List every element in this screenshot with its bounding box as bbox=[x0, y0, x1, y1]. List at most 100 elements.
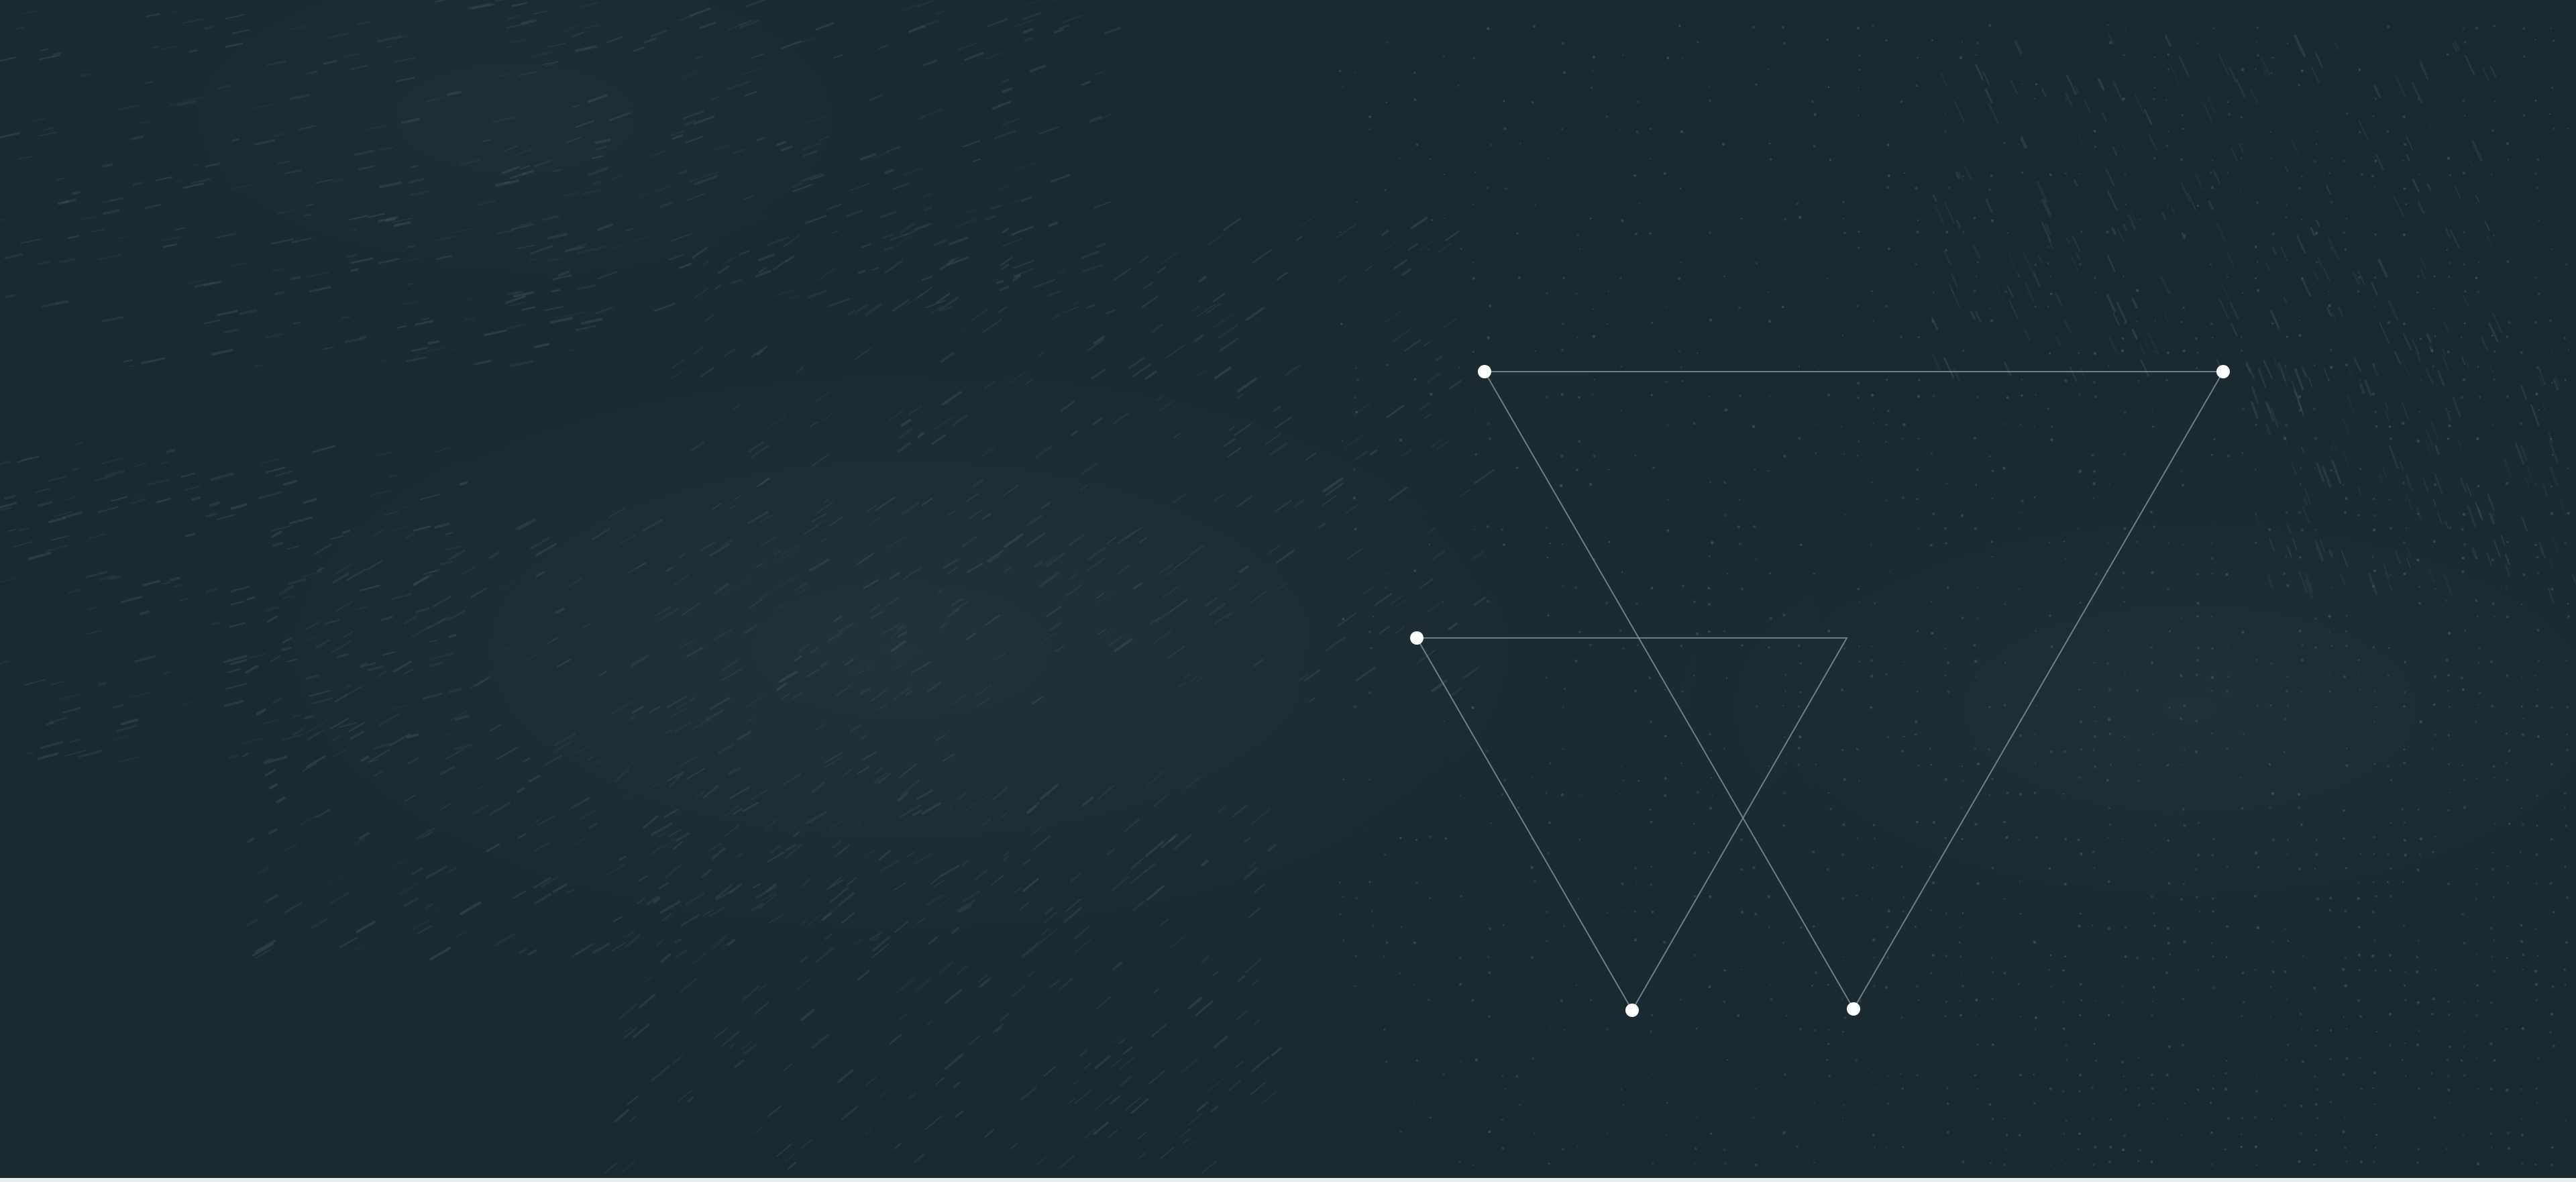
texture-dot bbox=[2521, 822, 2524, 826]
texture-dot bbox=[2269, 1016, 2271, 1018]
texture-dot bbox=[1988, 794, 1990, 796]
texture-dot bbox=[2095, 1059, 2097, 1062]
texture-dot bbox=[1533, 25, 1536, 28]
texture-dot bbox=[2463, 1074, 2466, 1077]
texture-dot bbox=[2182, 350, 2186, 353]
texture-dot bbox=[2477, 809, 2479, 812]
texture-dot bbox=[2151, 1000, 2154, 1003]
texture-dot bbox=[2287, 1043, 2290, 1046]
texture-dot bbox=[2093, 661, 2095, 663]
texture-dot bbox=[2475, 1057, 2477, 1059]
texture-dot bbox=[1785, 1014, 1788, 1017]
texture-dot bbox=[2328, 290, 2330, 292]
texture-dot bbox=[1534, 879, 1536, 883]
texture-dot bbox=[2227, 647, 2229, 649]
texture-dot bbox=[1456, 85, 1460, 87]
texture-dot bbox=[2521, 733, 2524, 737]
texture-dot bbox=[2371, 174, 2375, 178]
texture-dot bbox=[1991, 777, 1994, 780]
texture-dot bbox=[2374, 514, 2377, 517]
texture-dot bbox=[2283, 751, 2286, 753]
texture-dot bbox=[1843, 778, 1846, 782]
texture-dot bbox=[2047, 407, 2049, 410]
texture-dot bbox=[2271, 232, 2275, 236]
texture-dot bbox=[2135, 288, 2139, 292]
texture-dot bbox=[2092, 470, 2096, 473]
texture-dot bbox=[1622, 1104, 1625, 1106]
texture-dot bbox=[1606, 1132, 1609, 1134]
texture-streak bbox=[529, 258, 536, 262]
texture-dot bbox=[2287, 940, 2290, 943]
texture-dot bbox=[2257, 289, 2260, 292]
texture-dot bbox=[2298, 1160, 2301, 1163]
texture-dot bbox=[2405, 499, 2407, 501]
texture-dot bbox=[1708, 985, 1711, 989]
texture-dot bbox=[2063, 883, 2067, 886]
texture-dot bbox=[1607, 290, 1609, 292]
texture-dot bbox=[1695, 1027, 1698, 1030]
texture-dot bbox=[1474, 529, 1476, 531]
texture-dot bbox=[2065, 1120, 2068, 1122]
texture-dot bbox=[1841, 998, 1843, 1001]
texture-dot bbox=[2092, 1163, 2095, 1167]
texture-dot bbox=[1768, 394, 1771, 397]
texture-dot bbox=[2374, 969, 2377, 972]
texture-dot bbox=[2314, 1148, 2318, 1152]
texture-dot bbox=[1783, 454, 1786, 458]
texture-dot bbox=[1826, 867, 1830, 871]
texture-dot bbox=[2241, 631, 2245, 634]
texture-dot bbox=[2372, 646, 2375, 649]
texture-dot bbox=[2344, 1116, 2346, 1118]
texture-dot bbox=[2418, 173, 2420, 175]
texture-dot bbox=[2359, 1015, 2363, 1018]
texture-dot bbox=[2506, 615, 2509, 619]
texture-dot bbox=[1918, 336, 1920, 338]
texture-dot bbox=[2019, 880, 2021, 882]
texture-dot bbox=[1874, 837, 1876, 840]
texture-dot bbox=[1962, 912, 1964, 914]
texture-dot bbox=[2520, 1133, 2524, 1136]
texture-dot bbox=[1575, 292, 1578, 295]
texture-dot bbox=[2092, 497, 2095, 499]
texture-dot bbox=[2018, 588, 2020, 590]
texture-dot bbox=[2345, 1160, 2348, 1163]
texture-dot bbox=[2521, 968, 2524, 971]
texture-dot bbox=[1546, 940, 1548, 943]
texture-dot bbox=[2124, 28, 2127, 30]
texture-dot bbox=[1681, 690, 1684, 693]
texture-dot bbox=[1992, 1043, 1994, 1046]
texture-dot bbox=[2359, 1161, 2363, 1164]
texture-dot bbox=[2506, 1088, 2509, 1092]
texture-dot bbox=[1723, 1148, 1726, 1152]
texture-dot bbox=[1768, 926, 1770, 928]
texture-dot bbox=[2476, 868, 2478, 870]
texture-dot bbox=[2092, 629, 2094, 631]
texture-dot bbox=[2446, 1147, 2449, 1150]
texture-dot bbox=[2475, 1014, 2478, 1017]
texture-dot bbox=[2371, 955, 2375, 958]
texture-dot bbox=[1871, 24, 1875, 28]
texture-dot bbox=[1797, 644, 1801, 647]
texture-dot bbox=[2256, 1164, 2258, 1166]
texture-dot bbox=[1737, 525, 1741, 529]
texture-dot bbox=[1560, 454, 1564, 458]
texture-dot bbox=[1960, 955, 1962, 958]
texture-dot bbox=[2449, 1045, 2452, 1049]
texture-dot bbox=[2210, 690, 2213, 692]
texture-dot bbox=[1799, 926, 1803, 929]
texture-dot bbox=[2064, 837, 2068, 841]
texture-dot bbox=[1341, 439, 1344, 442]
texture-dot bbox=[2342, 1073, 2345, 1077]
texture-dot bbox=[1561, 348, 1564, 352]
texture-dot bbox=[2124, 322, 2127, 325]
texture-dot bbox=[2449, 174, 2451, 176]
texture-dot bbox=[2255, 541, 2257, 544]
texture-dot bbox=[1945, 674, 1947, 677]
texture-dot bbox=[1843, 1016, 1846, 1019]
texture-dot bbox=[1755, 1088, 1757, 1091]
texture-dot bbox=[2536, 158, 2540, 161]
texture-dot bbox=[2476, 984, 2479, 987]
texture-dot bbox=[2475, 720, 2477, 723]
texture-dot bbox=[2167, 351, 2169, 354]
texture-dot bbox=[2049, 292, 2053, 295]
